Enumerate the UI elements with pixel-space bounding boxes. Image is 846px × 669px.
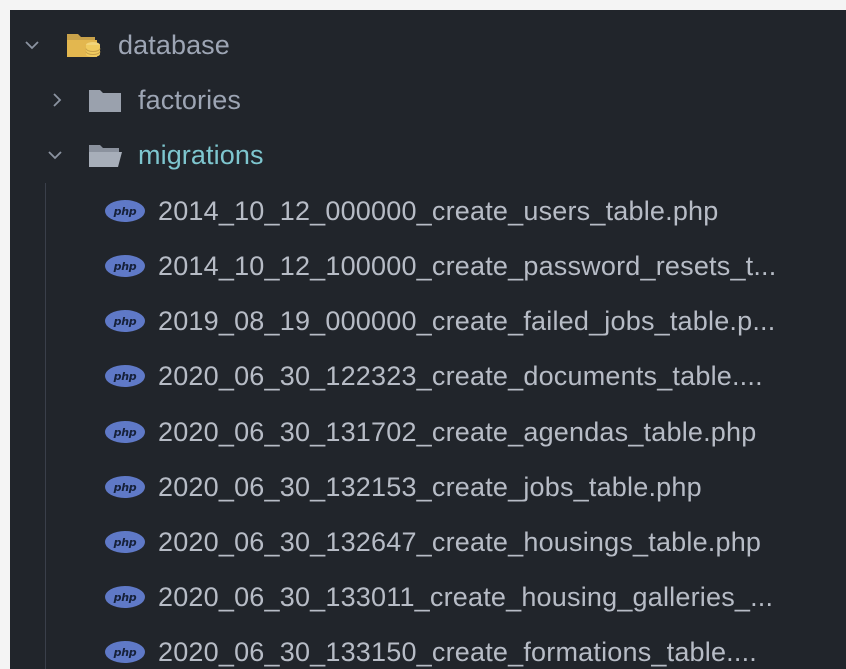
tree-file[interactable]: php 2020_06_30_132647_create_housings_ta… (10, 514, 846, 570)
file-label: 2014_10_12_100000_create_password_resets… (158, 251, 777, 281)
tree-folder-factories[interactable]: factories (10, 72, 846, 128)
file-label: 2020_06_30_133150_create_formations_tabl… (158, 637, 757, 667)
folder-label-database: database (118, 30, 230, 60)
tree-file[interactable]: php 2014_10_12_100000_create_password_re… (10, 238, 846, 294)
php-icon: php (105, 476, 145, 498)
file-label: 2020_06_30_122323_create_documents_table… (158, 361, 763, 391)
tree-file[interactable]: php 2020_06_30_133011_create_housing_gal… (10, 569, 846, 625)
folder-label-factories: factories (138, 85, 241, 115)
folder-label-migrations: migrations (138, 140, 264, 170)
tree-file[interactable]: php 2020_06_30_131702_create_agendas_tab… (10, 404, 846, 460)
file-label: 2020_06_30_132647_create_housings_table.… (158, 527, 762, 557)
tree-folder-database[interactable]: database (10, 17, 846, 73)
php-icon: php (105, 586, 145, 608)
folder-closed-icon (88, 88, 122, 114)
file-label: 2020_06_30_132153_create_jobs_table.php (158, 472, 702, 502)
file-label: 2019_08_19_000000_create_failed_jobs_tab… (158, 306, 776, 336)
php-icon: php (105, 421, 145, 443)
chevron-right-icon[interactable] (48, 91, 66, 109)
php-icon: php (105, 310, 145, 332)
file-label: 2014_10_12_000000_create_users_table.php (158, 196, 719, 226)
file-label: 2020_06_30_133011_create_housing_galleri… (158, 582, 774, 612)
chevron-down-icon[interactable] (23, 36, 41, 54)
tree-file[interactable]: php 2014_10_12_000000_create_users_table… (10, 183, 846, 239)
tree-file[interactable]: php 2020_06_30_132153_create_jobs_table.… (10, 459, 846, 515)
tree-file[interactable]: php 2019_08_19_000000_create_failed_jobs… (10, 293, 846, 349)
tree-file[interactable]: php 2020_06_30_133150_create_formations_… (10, 624, 846, 669)
file-label: 2020_06_30_131702_create_agendas_table.p… (158, 417, 757, 447)
php-icon: php (105, 531, 145, 553)
file-explorer-panel: database factories migrations php 2014_1… (10, 10, 846, 669)
tree-folder-migrations[interactable]: migrations (10, 127, 846, 183)
php-icon: php (105, 255, 145, 277)
php-icon: php (105, 200, 145, 222)
folder-open-icon (88, 143, 124, 169)
php-icon: php (105, 365, 145, 387)
chevron-down-icon[interactable] (46, 146, 64, 164)
php-icon: php (105, 641, 145, 663)
tree-file[interactable]: php 2020_06_30_122323_create_documents_t… (10, 348, 846, 404)
folder-database-icon (66, 31, 102, 59)
